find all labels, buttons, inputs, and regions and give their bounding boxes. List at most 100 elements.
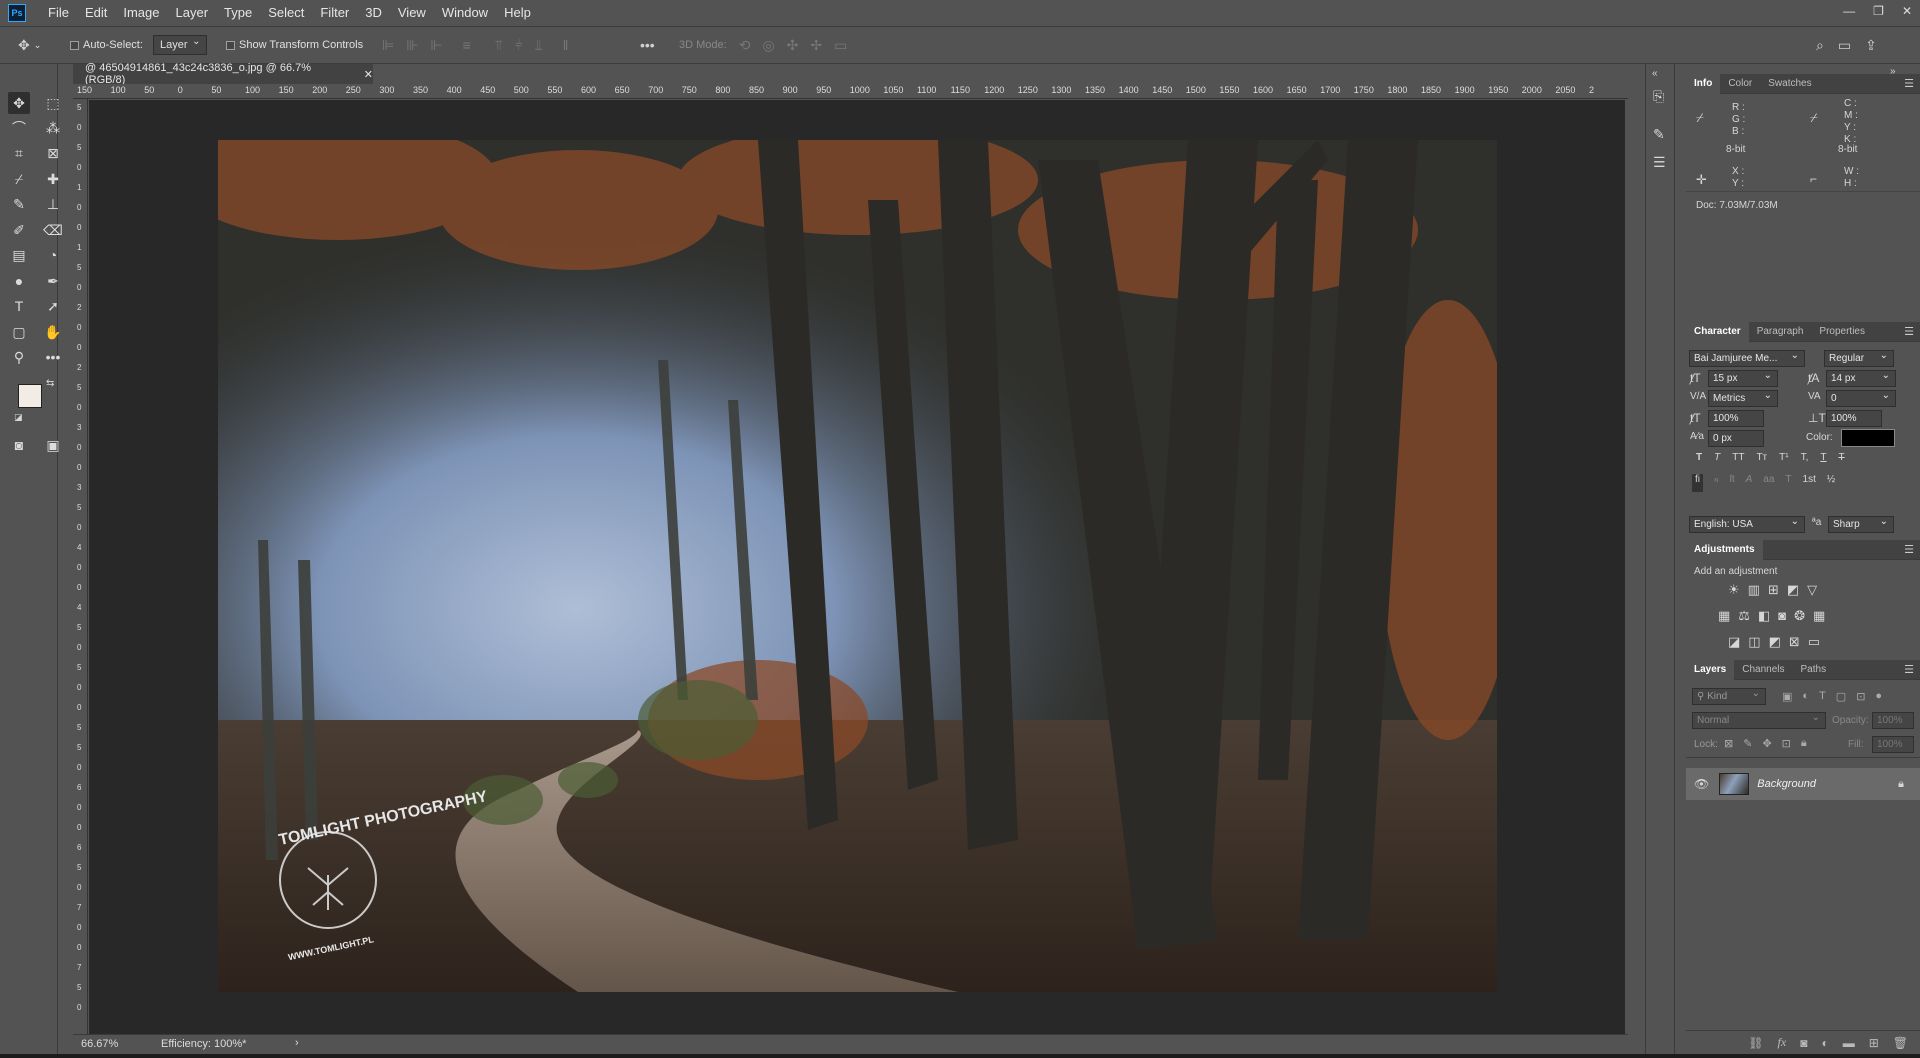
menu-image[interactable]: Image — [115, 0, 167, 26]
antialias-dropdown[interactable]: Sharp — [1828, 516, 1894, 533]
mask-icon[interactable]: ◙ — [1800, 1036, 1807, 1050]
text-color-swatch[interactable] — [1841, 429, 1895, 447]
foreground-color-swatch[interactable] — [18, 384, 42, 408]
align-middle-icon[interactable]: ⫩ — [515, 37, 523, 54]
show-transform-checkbox[interactable]: Show Transform Controls — [226, 27, 363, 63]
dodge-tool-icon[interactable]: ● — [8, 270, 30, 292]
old-style-button[interactable]: ℴ — [1714, 474, 1719, 492]
zoom-level[interactable]: 66.67% — [81, 1038, 118, 1050]
tab-layers[interactable]: Layers — [1686, 659, 1735, 680]
shape-tool-icon[interactable]: ▢ — [8, 321, 30, 343]
crop-tool-icon[interactable]: ⌗ — [8, 142, 30, 164]
gradient-map-icon[interactable]: ▭ — [1808, 634, 1820, 650]
panel-menu-icon[interactable]: ☰ — [1904, 77, 1914, 90]
layer-filter-kind-dropdown[interactable]: ⚲ Kind — [1692, 688, 1766, 705]
levels-icon[interactable]: ▥ — [1748, 582, 1760, 598]
filter-toggle-icon[interactable]: ● — [1875, 690, 1882, 703]
exposure-icon[interactable]: ◩ — [1787, 582, 1799, 598]
align-left-icon[interactable]: ⊫ — [382, 37, 394, 54]
screen-mode-icon[interactable]: ▣ — [42, 434, 64, 456]
default-colors-icon[interactable]: ◪ — [14, 412, 23, 423]
posterize-icon[interactable]: ◫ — [1748, 634, 1760, 650]
link-icon[interactable]: ⛓ — [1748, 1036, 1763, 1050]
vibrance-icon[interactable]: ▽ — [1807, 582, 1817, 598]
vertical-scale-field[interactable]: 100% — [1708, 410, 1764, 427]
strikethrough-button[interactable]: T — [1838, 452, 1844, 470]
status-menu-arrow[interactable]: › — [295, 1037, 299, 1049]
eraser-tool-icon[interactable]: ⌫ — [42, 219, 64, 241]
lock-transparency-icon[interactable]: ⊠ — [1724, 737, 1733, 750]
close-document-icon[interactable]: ✕ — [364, 68, 373, 81]
hue-saturation-icon[interactable]: ▦ — [1718, 608, 1730, 624]
language-dropdown[interactable]: English: USA — [1689, 516, 1805, 533]
fx-icon[interactable]: fx — [1778, 1035, 1787, 1050]
collapse-panels-icon[interactable]: « — [1652, 68, 1658, 79]
threshold-icon[interactable]: ◩ — [1769, 634, 1781, 650]
lasso-tool-icon[interactable]: ⌒ — [8, 117, 30, 139]
properties-icon[interactable]: ☰ — [1653, 154, 1666, 171]
menu-help[interactable]: Help — [496, 0, 539, 26]
lock-all-icon[interactable]: 🔒︎ — [1801, 737, 1807, 750]
font-size-field[interactable]: 15 px — [1708, 370, 1778, 387]
align-bottom-icon[interactable]: ⫫ — [535, 37, 543, 54]
menu-3d[interactable]: 3D — [357, 0, 390, 26]
history-icon[interactable]: ⎘ — [1653, 88, 1664, 105]
opacity-field[interactable]: 100% — [1872, 712, 1914, 729]
align-center-icon[interactable]: ⊪ — [406, 37, 418, 54]
blur-tool-icon[interactable]: ◔ — [42, 244, 64, 266]
gradient-tool-icon[interactable]: ▤ — [8, 244, 30, 266]
fractions-button[interactable]: ½ — [1827, 474, 1835, 492]
magic-wand-tool-icon[interactable]: ⁂ — [42, 117, 64, 139]
color-balance-icon[interactable]: ⚖ — [1738, 608, 1750, 624]
tracking-dropdown[interactable]: 0 — [1826, 390, 1896, 407]
zoom-tool-icon[interactable]: ⚲ — [8, 346, 30, 368]
3d-orbit-icon[interactable]: ⟲ — [739, 37, 751, 54]
move-tool-preset[interactable]: ✥ ⌄ — [18, 27, 41, 63]
menu-layer[interactable]: Layer — [168, 0, 217, 26]
document-image[interactable]: TOMLIGHT PHOTOGRAPHY WWW.TOMLIGHT.PL — [218, 140, 1497, 992]
trash-icon[interactable]: 🗑︎ — [1893, 1036, 1908, 1050]
titling-alternates-button[interactable]: T — [1785, 474, 1791, 492]
distribute-horizontal-icon[interactable]: ‖ — [563, 37, 569, 53]
3d-roll-icon[interactable]: ◎ — [762, 37, 774, 54]
brushes-icon[interactable]: ✎ — [1653, 126, 1665, 143]
close-button[interactable]: ✕ — [1902, 4, 1912, 18]
folder-icon[interactable]: ▬ — [1843, 1036, 1855, 1050]
lock-artboard-icon[interactable]: ⊡ — [1782, 737, 1791, 750]
all-caps-button[interactable]: TT — [1732, 452, 1744, 470]
channel-mixer-icon[interactable]: ❂ — [1794, 608, 1805, 624]
invert-icon[interactable]: ◪ — [1728, 634, 1740, 650]
menu-file[interactable]: File — [40, 0, 77, 26]
3d-scale-icon[interactable]: ▭ — [834, 37, 847, 54]
photo-filter-icon[interactable]: ◙ — [1778, 608, 1786, 624]
move-tool-icon[interactable]: ✥ — [8, 92, 30, 114]
workspace-icon[interactable]: ▭ — [1838, 37, 1851, 54]
layer-row-background[interactable]: 👁︎ Background 🔒︎ — [1686, 768, 1920, 800]
3d-slide-icon[interactable]: ✢ — [810, 37, 822, 54]
tab-channels[interactable]: Channels — [1734, 660, 1792, 680]
blend-mode-dropdown[interactable]: Normal — [1692, 712, 1826, 729]
ligatures-button[interactable]: fi — [1692, 474, 1703, 492]
layer-name[interactable]: Background — [1757, 778, 1816, 790]
adjustment-icon[interactable]: ◐ — [1821, 1036, 1828, 1050]
path-selection-tool-icon[interactable]: ➚ — [42, 295, 64, 317]
type-filter-icon[interactable]: T — [1819, 690, 1826, 703]
lock-pixels-icon[interactable]: ✎ — [1743, 737, 1752, 750]
menu-filter[interactable]: Filter — [312, 0, 357, 26]
faux-italic-button[interactable]: T — [1714, 452, 1720, 470]
history-brush-tool-icon[interactable]: ✐ — [8, 219, 30, 241]
search-icon[interactable]: ⌕ — [1816, 37, 1824, 54]
curves-icon[interactable]: ⊞ — [1768, 582, 1779, 598]
panel-menu-icon[interactable]: ☰ — [1904, 663, 1914, 676]
minimize-button[interactable]: — — [1843, 4, 1855, 18]
fill-field[interactable]: 100% — [1872, 736, 1914, 753]
pixel-filter-icon[interactable]: ▣ — [1782, 690, 1792, 703]
auto-select-dropdown[interactable]: Layer — [153, 35, 207, 55]
tab-color[interactable]: Color — [1720, 74, 1760, 94]
more-tools-icon[interactable]: ••• — [42, 346, 64, 368]
lock-position-icon[interactable]: ✥ — [1762, 737, 1771, 750]
efficiency-readout[interactable]: Efficiency: 100%* — [161, 1038, 246, 1050]
brush-tool-icon[interactable]: ✎ — [8, 193, 30, 215]
quick-mask-icon[interactable]: ◙ — [8, 434, 30, 456]
distribute-vertical-icon[interactable]: ≡ — [463, 37, 471, 53]
